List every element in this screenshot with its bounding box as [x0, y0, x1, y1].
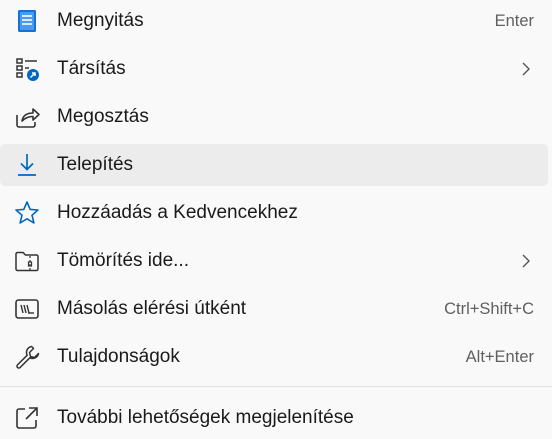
menu-item-shortcut: Alt+Enter — [465, 348, 534, 366]
open-external-icon — [13, 404, 41, 432]
associate-icon — [13, 55, 41, 83]
menu-item-label: Megosztás — [57, 106, 149, 127]
context-menu: Megnyitás Enter Társítás Megosztás Telep… — [0, 0, 552, 437]
document-icon — [13, 7, 41, 35]
menu-item-label: Társítás — [57, 58, 126, 79]
zip-folder-icon — [13, 247, 41, 275]
chevron-right-icon — [518, 253, 534, 269]
menu-item-label: Tulajdonságok — [57, 346, 180, 367]
menu-item-associate[interactable]: Társítás — [0, 48, 548, 90]
menu-item-show-more-options[interactable]: További lehetőségek megjelenítése — [0, 397, 548, 439]
copy-path-icon — [13, 295, 41, 323]
chevron-right-icon — [518, 61, 534, 77]
menu-item-label: Telepítés — [57, 154, 134, 175]
menu-item-label: További lehetőségek megjelenítése — [57, 407, 354, 428]
menu-divider — [0, 386, 552, 387]
menu-item-label: Tömörítés ide... — [57, 250, 189, 271]
menu-item-compress[interactable]: Tömörítés ide... — [0, 240, 548, 282]
menu-item-add-favorites[interactable]: Hozzáadás a Kedvencekhez — [0, 192, 548, 234]
menu-item-copy-path[interactable]: Másolás elérési útként Ctrl+Shift+C — [0, 288, 548, 330]
menu-item-shortcut: Enter — [494, 12, 534, 30]
menu-item-install[interactable]: Telepítés — [0, 144, 548, 186]
menu-item-share[interactable]: Megosztás — [0, 96, 548, 138]
menu-item-label: Másolás elérési útként — [57, 298, 247, 319]
share-icon — [13, 103, 41, 131]
star-icon — [13, 199, 41, 227]
menu-item-label: Hozzáadás a Kedvencekhez — [57, 202, 298, 223]
wrench-icon — [13, 343, 41, 371]
menu-item-shortcut: Ctrl+Shift+C — [444, 300, 534, 318]
menu-item-properties[interactable]: Tulajdonságok Alt+Enter — [0, 336, 548, 378]
menu-item-label: Megnyitás — [57, 10, 144, 31]
download-icon — [13, 151, 41, 179]
menu-item-open[interactable]: Megnyitás Enter — [0, 0, 548, 42]
